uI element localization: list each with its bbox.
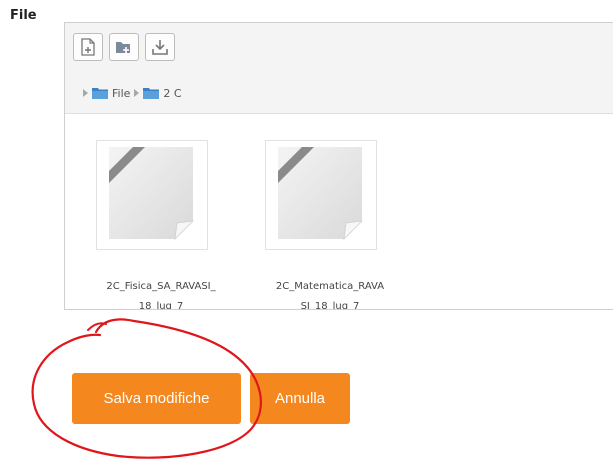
folder-icon: [92, 88, 108, 99]
file-field-label: File: [10, 8, 37, 23]
folder-icon: [143, 88, 160, 99]
file-name: 2C_Matematica_RAVA: [275, 281, 385, 292]
breadcrumb-arrow-icon: [134, 89, 140, 97]
create-folder-button[interactable]: [109, 33, 139, 61]
file-manager-toolbar: [65, 23, 613, 74]
add-file-button[interactable]: [73, 33, 103, 61]
file-name-continued: 18_lug_7: [138, 301, 184, 309]
add-file-icon: [81, 38, 95, 56]
download-button[interactable]: [145, 33, 175, 61]
document-icon: [109, 147, 195, 241]
breadcrumb: File 2 C: [65, 73, 613, 114]
breadcrumb-item-file[interactable]: File: [112, 87, 130, 100]
file-list: 2C_Fisica_SA_RAVASI_ 18_lug_7 2C_Matemat…: [65, 114, 613, 309]
download-icon: [152, 40, 168, 55]
breadcrumb-arrow-icon: [83, 89, 88, 97]
cancel-button[interactable]: Annulla: [250, 373, 350, 424]
document-icon: [278, 147, 364, 241]
file-name: 2C_Fisica_SA_RAVASI_: [106, 281, 216, 292]
save-changes-button[interactable]: Salva modifiche: [72, 373, 241, 424]
file-thumbnail: [96, 140, 208, 250]
file-name-continued: SI_18_lug_7: [300, 301, 360, 309]
breadcrumb-item-2c[interactable]: 2 C: [163, 87, 181, 100]
file-thumbnail: [265, 140, 377, 250]
create-folder-icon: [116, 42, 130, 53]
file-manager: File 2 C 2C_Fisica_SA_RAVASI_ 18_lug_7 2…: [64, 22, 613, 310]
